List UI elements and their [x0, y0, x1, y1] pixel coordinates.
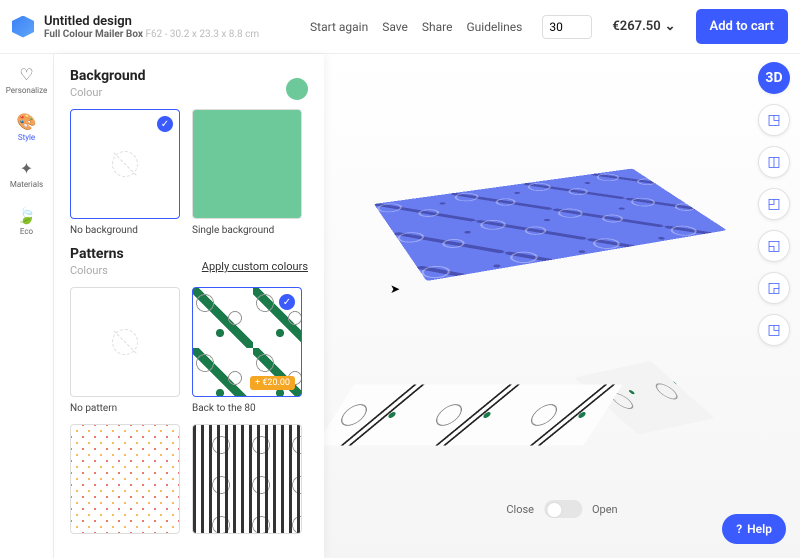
patterns-heading: Patterns: [70, 246, 124, 262]
price-value: €267.50: [612, 19, 660, 34]
product-name: Full Colour Mailer Box: [44, 29, 143, 40]
save-link[interactable]: Save: [382, 20, 408, 34]
box-open-toggle[interactable]: [544, 500, 582, 518]
sidebar-item-eco[interactable]: 🍃 Eco: [17, 205, 37, 236]
price-display[interactable]: €267.50 ⌄: [612, 19, 675, 34]
cube-icon: ◫: [767, 154, 780, 170]
palette-icon: 🎨: [17, 111, 37, 131]
cube-icon: ◳: [767, 322, 780, 338]
swatch-back-to-80[interactable]: ✓ + €20.00 Back to the 80: [192, 287, 302, 414]
header-bar: Untitled design Full Colour Mailer Box F…: [0, 0, 800, 54]
check-icon: ✓: [157, 116, 173, 132]
help-button[interactable]: ? Help: [722, 514, 786, 544]
toggle-open-label: Open: [592, 503, 618, 516]
sidebar-item-personalize[interactable]: ♡ Personalize: [6, 64, 47, 95]
sidebar-item-style[interactable]: 🎨 Style: [17, 111, 37, 142]
apply-custom-colours-link[interactable]: Apply custom colours: [202, 260, 308, 273]
design-title[interactable]: Untitled design: [44, 14, 259, 29]
swatch-no-background[interactable]: ✓ No background: [70, 109, 180, 236]
share-link[interactable]: Share: [422, 20, 453, 34]
help-label: Help: [747, 522, 772, 536]
check-icon: ✓: [279, 294, 295, 310]
view-front-button[interactable]: ◫: [758, 146, 790, 178]
cube-icon: ◳: [767, 112, 780, 128]
app-logo-icon: [12, 16, 34, 38]
sidebar-item-materials[interactable]: ✦ Materials: [10, 158, 43, 189]
swatch-label: No background: [70, 225, 180, 236]
swatch-label: Back to the 80: [192, 403, 302, 414]
view-top-button[interactable]: ◳: [758, 314, 790, 346]
title-block: Untitled design Full Colour Mailer Box F…: [44, 14, 259, 40]
chevron-down-icon: ⌄: [665, 19, 676, 34]
heart-icon: ♡: [16, 64, 36, 84]
swatch-single-background[interactable]: Single background: [192, 109, 302, 236]
box-front-face: [316, 384, 622, 445]
open-close-toggle: Close Open: [506, 500, 617, 518]
product-dimensions: F62 - 30.2 x 23.3 x 8.8 cm: [145, 29, 259, 40]
sparkle-icon: ✦: [17, 158, 37, 178]
background-heading: Background: [70, 68, 145, 84]
sidebar-label: Eco: [20, 227, 33, 236]
sidebar-label: Materials: [10, 180, 43, 189]
main-area: ♡ Personalize 🎨 Style ✦ Materials 🍃 Eco …: [0, 54, 800, 558]
swatch-label: No pattern: [70, 403, 180, 414]
cube-icon: ◲: [767, 280, 780, 296]
swatch-label: Single background: [192, 225, 302, 236]
add-to-cart-button[interactable]: Add to cart: [696, 9, 788, 44]
pattern-price-tag: + €20.00: [250, 376, 295, 390]
left-sidebar: ♡ Personalize 🎨 Style ✦ Materials 🍃 Eco: [0, 54, 54, 558]
view-back-button[interactable]: ◰: [758, 188, 790, 220]
swatch-pattern-brush[interactable]: [192, 424, 302, 534]
swatch-pattern-dots[interactable]: [70, 424, 180, 534]
background-color-dot[interactable]: [286, 78, 308, 100]
cube-icon: ◰: [767, 196, 780, 212]
leaf-icon: 🍃: [17, 205, 37, 225]
view-iso-button[interactable]: ◳: [758, 104, 790, 136]
3d-canvas[interactable]: Close Open: [324, 54, 800, 558]
view-left-button[interactable]: ◱: [758, 230, 790, 262]
view-right-button[interactable]: ◲: [758, 272, 790, 304]
3d-label: 3D: [765, 70, 782, 86]
background-sub: Colour: [70, 86, 145, 99]
style-panel: Background Colour ✓ No background Single…: [54, 54, 324, 558]
quantity-input[interactable]: [542, 15, 592, 39]
header-links: Start again Save Share Guidelines: [310, 20, 522, 34]
guidelines-link[interactable]: Guidelines: [467, 20, 523, 34]
toggle-close-label: Close: [506, 503, 534, 516]
right-toolbar: 3D ◳ ◫ ◰ ◱ ◲ ◳: [758, 62, 790, 346]
start-again-link[interactable]: Start again: [310, 20, 368, 34]
help-icon: ?: [736, 522, 742, 536]
patterns-sub: Colours: [70, 264, 124, 277]
cube-icon: ◱: [767, 238, 780, 254]
sidebar-label: Personalize: [6, 86, 47, 95]
product-subtitle: Full Colour Mailer Box F62 - 30.2 x 23.3…: [44, 29, 259, 40]
view-3d-button[interactable]: 3D: [758, 62, 790, 94]
swatch-no-pattern[interactable]: No pattern: [70, 287, 180, 414]
sidebar-label: Style: [18, 133, 35, 142]
box-preview[interactable]: [344, 174, 724, 454]
box-top-face: [374, 169, 727, 281]
